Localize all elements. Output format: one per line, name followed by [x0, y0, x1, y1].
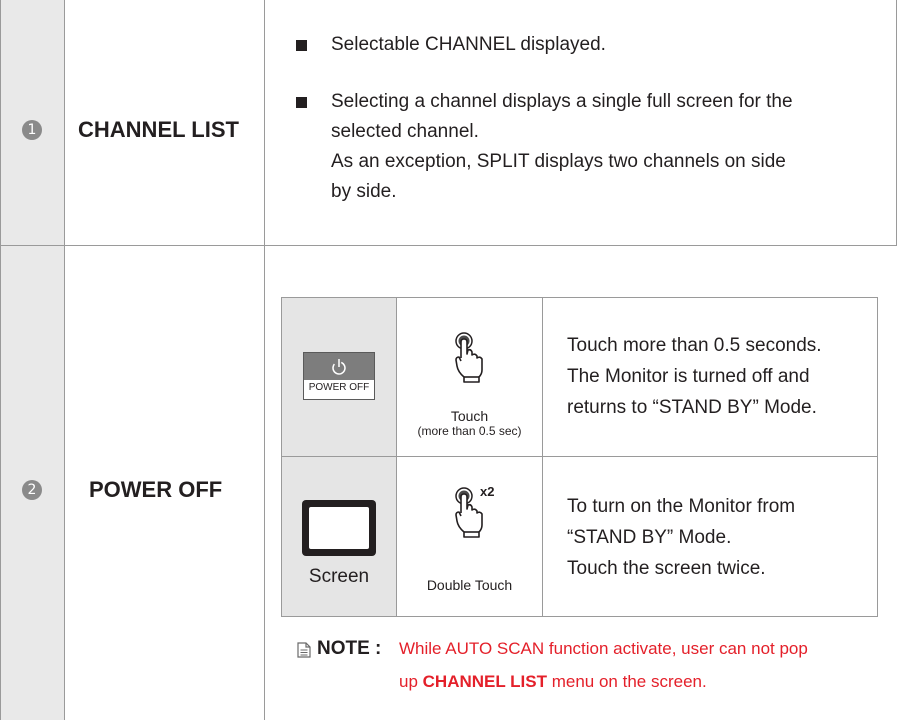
row-title-power-off: POWER OFF	[89, 477, 223, 502]
note-icon	[297, 642, 311, 663]
table-divider-num	[64, 0, 65, 720]
bullet-text: selected channel.	[331, 121, 479, 142]
power-off-table: POWER OFF Touch (more than 0.5 sec) Touc…	[281, 297, 878, 617]
inner-divider	[396, 298, 397, 616]
inner-row-divider	[282, 456, 877, 457]
table-border-right	[896, 0, 897, 245]
bullet-text: Selecting a channel displays a single fu…	[331, 91, 793, 112]
number-column	[0, 0, 64, 720]
table-divider-title	[264, 0, 265, 720]
row-number-badge: 2	[22, 480, 42, 500]
gesture-caption: Touch (more than 0.5 sec)	[417, 408, 522, 438]
double-touch-badge: x2	[480, 484, 495, 499]
screen-label: Screen	[308, 566, 370, 587]
note-label: NOTE :	[317, 638, 382, 659]
bullet-square	[296, 40, 307, 51]
monitor-screen-icon	[302, 500, 376, 556]
note-text: While AUTO SCAN function activate, user …	[399, 639, 808, 691]
table-border-left	[0, 0, 1, 720]
hand-touch-icon	[454, 332, 488, 389]
power-icon	[304, 353, 374, 380]
inner-divider	[542, 298, 543, 616]
bullet-text: Selectable CHANNEL displayed.	[331, 34, 606, 55]
bullet-text: As an exception, SPLIT displays two chan…	[331, 151, 786, 172]
gesture-caption: Double Touch	[426, 577, 513, 593]
table-row-divider	[0, 245, 897, 246]
bullet-square	[296, 97, 307, 108]
power-off-label: POWER OFF	[308, 382, 370, 393]
power-off-button-icon: POWER OFF	[303, 352, 375, 400]
bullet-text: by side.	[331, 181, 397, 202]
row-number-badge: 1	[22, 120, 42, 140]
spec-table: 1 CHANNEL LIST Selectable CHANNEL displa…	[0, 0, 898, 720]
description-text: To turn on the Monitor from “STAND BY” M…	[567, 496, 796, 579]
description-text: Touch more than 0.5 seconds. The Monitor…	[567, 335, 822, 418]
row-title-channel-list: CHANNEL LIST	[78, 117, 239, 142]
